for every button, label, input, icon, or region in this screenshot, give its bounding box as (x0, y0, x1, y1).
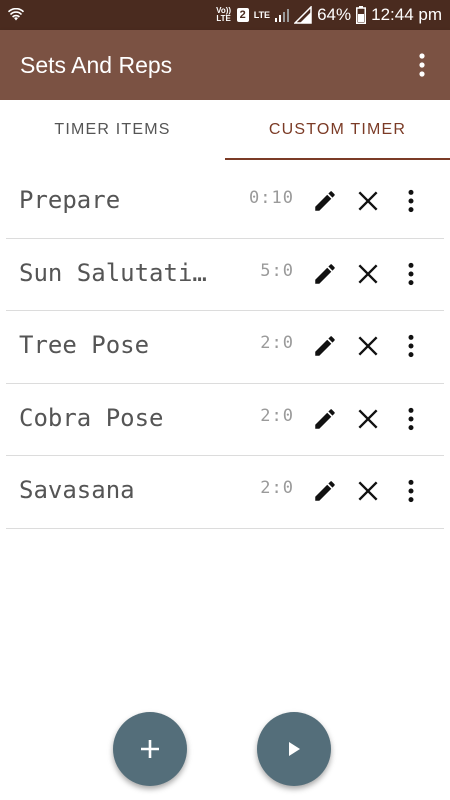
more-vert-icon[interactable] (398, 261, 424, 287)
tab-custom-timer[interactable]: CUSTOM TIMER (225, 100, 450, 160)
item-time: 2:0 (260, 405, 294, 426)
app-title: Sets And Reps (20, 51, 173, 78)
item-time: 5:0 (260, 260, 294, 281)
close-icon[interactable] (355, 188, 381, 214)
clock: 12:44 pm (371, 5, 442, 24)
plus-icon (141, 740, 159, 758)
tab-bar: TIMER ITEMS CUSTOM TIMER (0, 100, 450, 160)
item-name: Prepare (19, 186, 121, 214)
more-vert-icon[interactable] (410, 52, 434, 78)
close-icon[interactable] (355, 478, 381, 504)
close-icon[interactable] (355, 333, 381, 359)
item-name: Cobra Pose (19, 403, 164, 432)
app-bar: Sets And Reps (0, 30, 450, 100)
list-item[interactable]: Tree Pose 2:0 (6, 311, 444, 384)
wifi-icon (8, 8, 24, 21)
item-name: Savasana (19, 476, 135, 504)
battery-icon (356, 6, 367, 24)
play-icon (289, 742, 300, 756)
network-type: LTE (253, 9, 271, 20)
close-icon[interactable] (355, 406, 381, 432)
pencil-icon[interactable] (312, 478, 338, 504)
item-name: Sun Salutations (19, 258, 219, 287)
more-vert-icon[interactable] (398, 406, 424, 432)
pencil-icon[interactable] (312, 188, 338, 214)
more-vert-icon[interactable] (398, 333, 424, 359)
item-time: 2:0 (260, 333, 294, 353)
sim-badge: 2 (236, 8, 249, 22)
volte-indicator: Vo)) LTE (216, 6, 232, 23)
play-button[interactable] (257, 712, 331, 786)
signal-icon-2 (294, 6, 312, 24)
pencil-icon[interactable] (312, 406, 338, 432)
pencil-icon[interactable] (312, 261, 338, 287)
battery-percent: 64% (317, 5, 352, 24)
add-item-button[interactable] (113, 712, 187, 786)
list-item[interactable]: Cobra Pose 2:0 (6, 384, 444, 456)
close-icon[interactable] (355, 261, 381, 287)
signal-icon (275, 9, 290, 22)
status-bar: Vo)) LTE 2 LTE 64% 12:44 pm (0, 0, 450, 30)
status-left (8, 8, 24, 22)
list-item[interactable]: Sun Salutations 5:0 (6, 239, 444, 311)
more-vert-icon[interactable] (398, 478, 424, 504)
list-item[interactable]: Savasana 2:0 (6, 456, 444, 529)
pencil-icon[interactable] (312, 333, 338, 359)
item-time: 2:0 (260, 478, 294, 498)
status-right: Vo)) LTE 2 LTE 64% 12:44 pm (216, 5, 442, 25)
more-vert-icon[interactable] (398, 188, 424, 214)
item-name: Tree Pose (19, 331, 150, 359)
list-item[interactable]: Prepare 0:10 (6, 166, 444, 239)
item-time: 0:10 (249, 188, 294, 208)
timer-list: Prepare 0:10 Sun Salutations 5:0 Tree Po… (6, 166, 444, 529)
tab-timer-items[interactable]: TIMER ITEMS (0, 100, 225, 160)
